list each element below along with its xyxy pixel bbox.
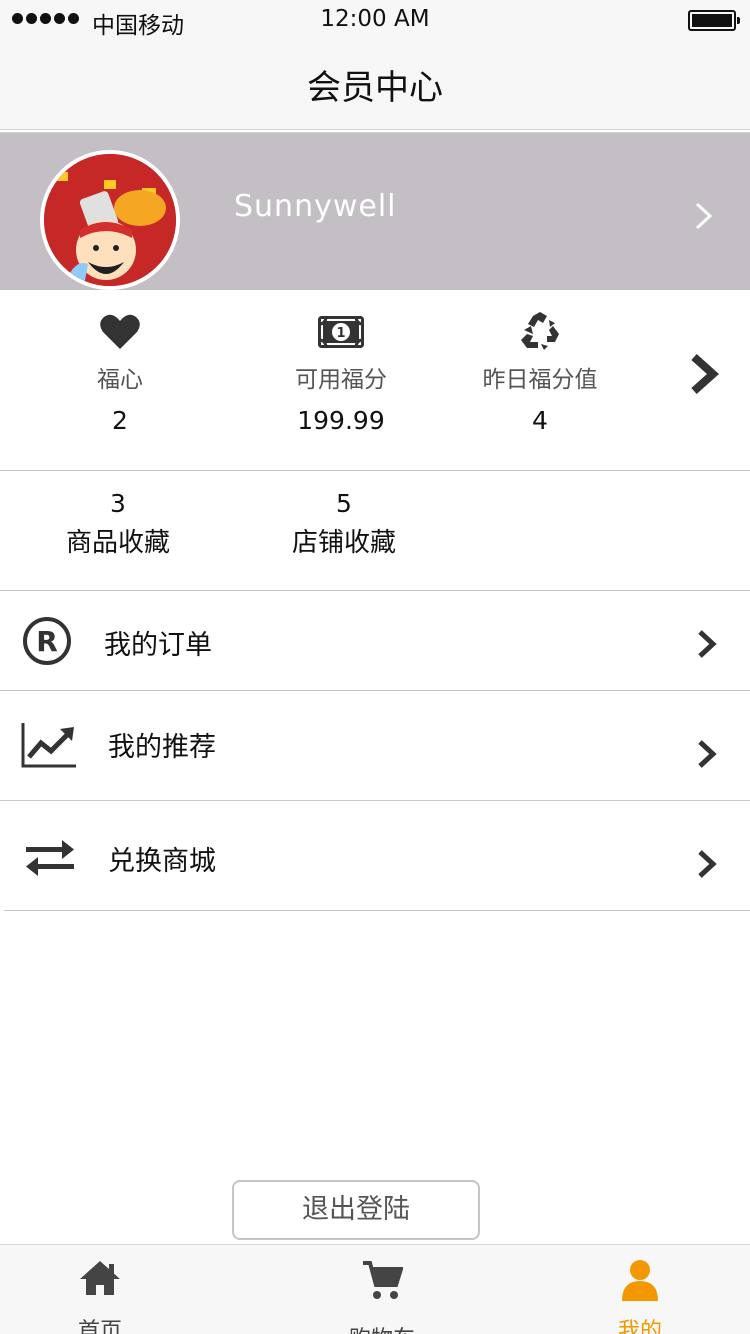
product-favorites[interactable]: 3 商品收藏 xyxy=(38,489,198,559)
menu-item-label: 兑换商城 xyxy=(108,846,216,877)
menu-item-label: 我的推荐 xyxy=(108,732,216,763)
chevron-right-icon[interactable] xyxy=(688,352,720,396)
store-favorites[interactable]: 5 店铺收藏 xyxy=(264,489,424,559)
money-bill-icon: 1 xyxy=(318,316,364,348)
stat-available-points[interactable]: 1 可用福分 199.99 xyxy=(241,290,441,435)
heart-icon xyxy=(100,314,140,349)
tab-cart[interactable]: 购物车 xyxy=(302,1245,462,1334)
tab-bar: 首页 购物车 我的 xyxy=(0,1244,750,1334)
recycle-icon xyxy=(521,312,559,350)
stat-label: 福心 xyxy=(97,367,143,393)
page-title: 会员中心 xyxy=(307,68,443,108)
favorites-label: 商品收藏 xyxy=(65,528,170,558)
status-time: 12:00 AM xyxy=(320,6,430,32)
chevron-right-icon xyxy=(698,740,717,768)
favorites-label: 店铺收藏 xyxy=(291,528,396,558)
svg-text:1: 1 xyxy=(336,326,345,341)
tab-label: 首页 xyxy=(77,1319,122,1334)
status-bar: 中国移动 12:00 AM xyxy=(0,0,750,40)
battery-icon xyxy=(688,10,740,31)
stat-label: 可用福分 xyxy=(295,367,387,393)
line-chart-icon xyxy=(21,723,76,768)
user-icon xyxy=(622,1260,658,1301)
menu-item-orders[interactable]: R 我的订单 xyxy=(0,591,750,691)
username: Sunnywell xyxy=(234,189,397,224)
tab-mine[interactable]: 我的 xyxy=(560,1245,720,1334)
stat-value: 2 xyxy=(112,406,128,435)
logout-button[interactable]: 退出登陆 xyxy=(232,1180,480,1240)
tab-label: 我的 xyxy=(617,1319,662,1334)
stat-label: 昨日福分值 xyxy=(482,367,598,393)
avatar[interactable] xyxy=(40,150,180,290)
menu-item-exchange-mall[interactable]: 兑换商城 xyxy=(4,801,750,911)
favorites-count: 3 xyxy=(110,489,126,518)
tab-label: 购物车 xyxy=(302,1321,462,1334)
navigation-bar: 会员中心 xyxy=(0,40,750,130)
exchange-icon xyxy=(26,840,74,876)
menu-item-label: 我的订单 xyxy=(104,630,212,661)
menu-item-recommendations[interactable]: 我的推荐 xyxy=(0,691,750,801)
chevron-right-icon xyxy=(698,850,717,878)
stat-value: 199.99 xyxy=(297,406,385,435)
home-icon xyxy=(80,1261,120,1295)
registered-icon: R xyxy=(23,617,71,665)
favorites-summary: 3 商品收藏 5 店铺收藏 xyxy=(0,471,750,591)
stat-yesterday-points[interactable]: 昨日福分值 4 xyxy=(440,290,640,435)
stat-fuxin[interactable]: 福心 2 xyxy=(20,290,220,435)
chevron-right-icon[interactable] xyxy=(693,201,715,231)
profile-header[interactable]: Sunnywell xyxy=(0,132,750,290)
favorites-count: 5 xyxy=(336,489,352,518)
cart-icon xyxy=(363,1261,403,1299)
stat-value: 4 xyxy=(532,406,548,435)
svg-text:R: R xyxy=(36,625,58,658)
points-summary[interactable]: 福心 2 1 可用福分 199.99 昨日福分值 4 xyxy=(0,290,750,471)
tab-home[interactable]: 首页 xyxy=(20,1245,180,1334)
chevron-right-icon xyxy=(698,630,717,658)
